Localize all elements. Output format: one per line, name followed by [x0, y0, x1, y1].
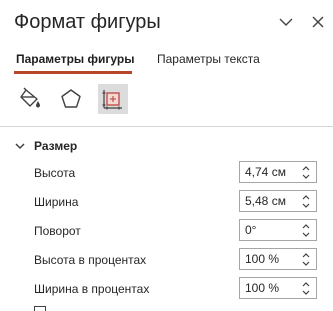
chevron-down-icon [15, 143, 25, 150]
pane-options-button[interactable] [274, 10, 298, 34]
fill-line-icon [20, 87, 40, 108]
scale-width-spinner[interactable]: 100 % [239, 277, 317, 299]
close-icon [312, 16, 324, 28]
scale-width-label: Ширина в процентах [34, 282, 150, 296]
size-properties-icon [102, 90, 122, 110]
chevron-down-icon [302, 174, 310, 179]
effects-button[interactable] [56, 84, 86, 114]
tab-text-options[interactable]: Параметры текста [157, 52, 260, 66]
chevron-down-icon [302, 290, 310, 295]
pane-title: Формат фигуры [14, 11, 161, 33]
chevron-up-icon [302, 195, 310, 200]
scale-width-decrement-button[interactable] [301, 289, 311, 297]
rotation-label: Поворот [34, 224, 81, 238]
width-spinner[interactable]: 5,48 см [239, 190, 317, 212]
scale-width-increment-button[interactable] [301, 280, 311, 288]
height-increment-button[interactable] [301, 164, 311, 172]
rotation-spinner[interactable]: 0° [239, 219, 317, 241]
scale-height-label: Высота в процентах [34, 253, 147, 267]
fill-line-button[interactable] [15, 84, 45, 114]
chevron-down-icon [302, 203, 310, 208]
rotation-decrement-button[interactable] [301, 231, 311, 239]
height-spinner[interactable]: 4,74 см [239, 161, 317, 183]
chevron-up-icon [302, 166, 310, 171]
width-label: Ширина [34, 195, 79, 209]
lock-aspect-ratio-checkbox[interactable] [34, 306, 46, 311]
scale-height-spinner[interactable]: 100 % [239, 248, 317, 270]
effects-pentagon-icon [61, 89, 81, 108]
tab-shape-options[interactable]: Параметры фигуры [16, 52, 134, 66]
width-value: 5,48 см [245, 194, 286, 208]
active-tab-indicator [14, 71, 132, 74]
chevron-down-icon [302, 261, 310, 266]
chevron-down-icon [279, 18, 293, 26]
scale-width-value: 100 % [245, 281, 280, 295]
format-shape-pane: Формат фигуры Параметры фигуры Параметры… [0, 0, 333, 311]
chevron-up-icon [302, 282, 310, 287]
height-decrement-button[interactable] [301, 173, 311, 181]
rotation-value: 0° [245, 223, 257, 237]
section-divider [0, 126, 333, 127]
chevron-up-icon [302, 253, 310, 258]
chevron-up-icon [302, 224, 310, 229]
scale-height-value: 100 % [245, 252, 280, 266]
height-value: 4,74 см [245, 165, 286, 179]
size-section-title: Размер [34, 139, 78, 153]
width-increment-button[interactable] [301, 193, 311, 201]
width-decrement-button[interactable] [301, 202, 311, 210]
chevron-down-icon [302, 232, 310, 237]
rotation-increment-button[interactable] [301, 222, 311, 230]
scale-height-decrement-button[interactable] [301, 260, 311, 268]
size-properties-button[interactable] [98, 84, 128, 114]
height-label: Высота [34, 166, 76, 180]
size-section-header[interactable]: Размер [14, 138, 77, 154]
close-pane-button[interactable] [306, 10, 330, 34]
scale-height-increment-button[interactable] [301, 251, 311, 259]
